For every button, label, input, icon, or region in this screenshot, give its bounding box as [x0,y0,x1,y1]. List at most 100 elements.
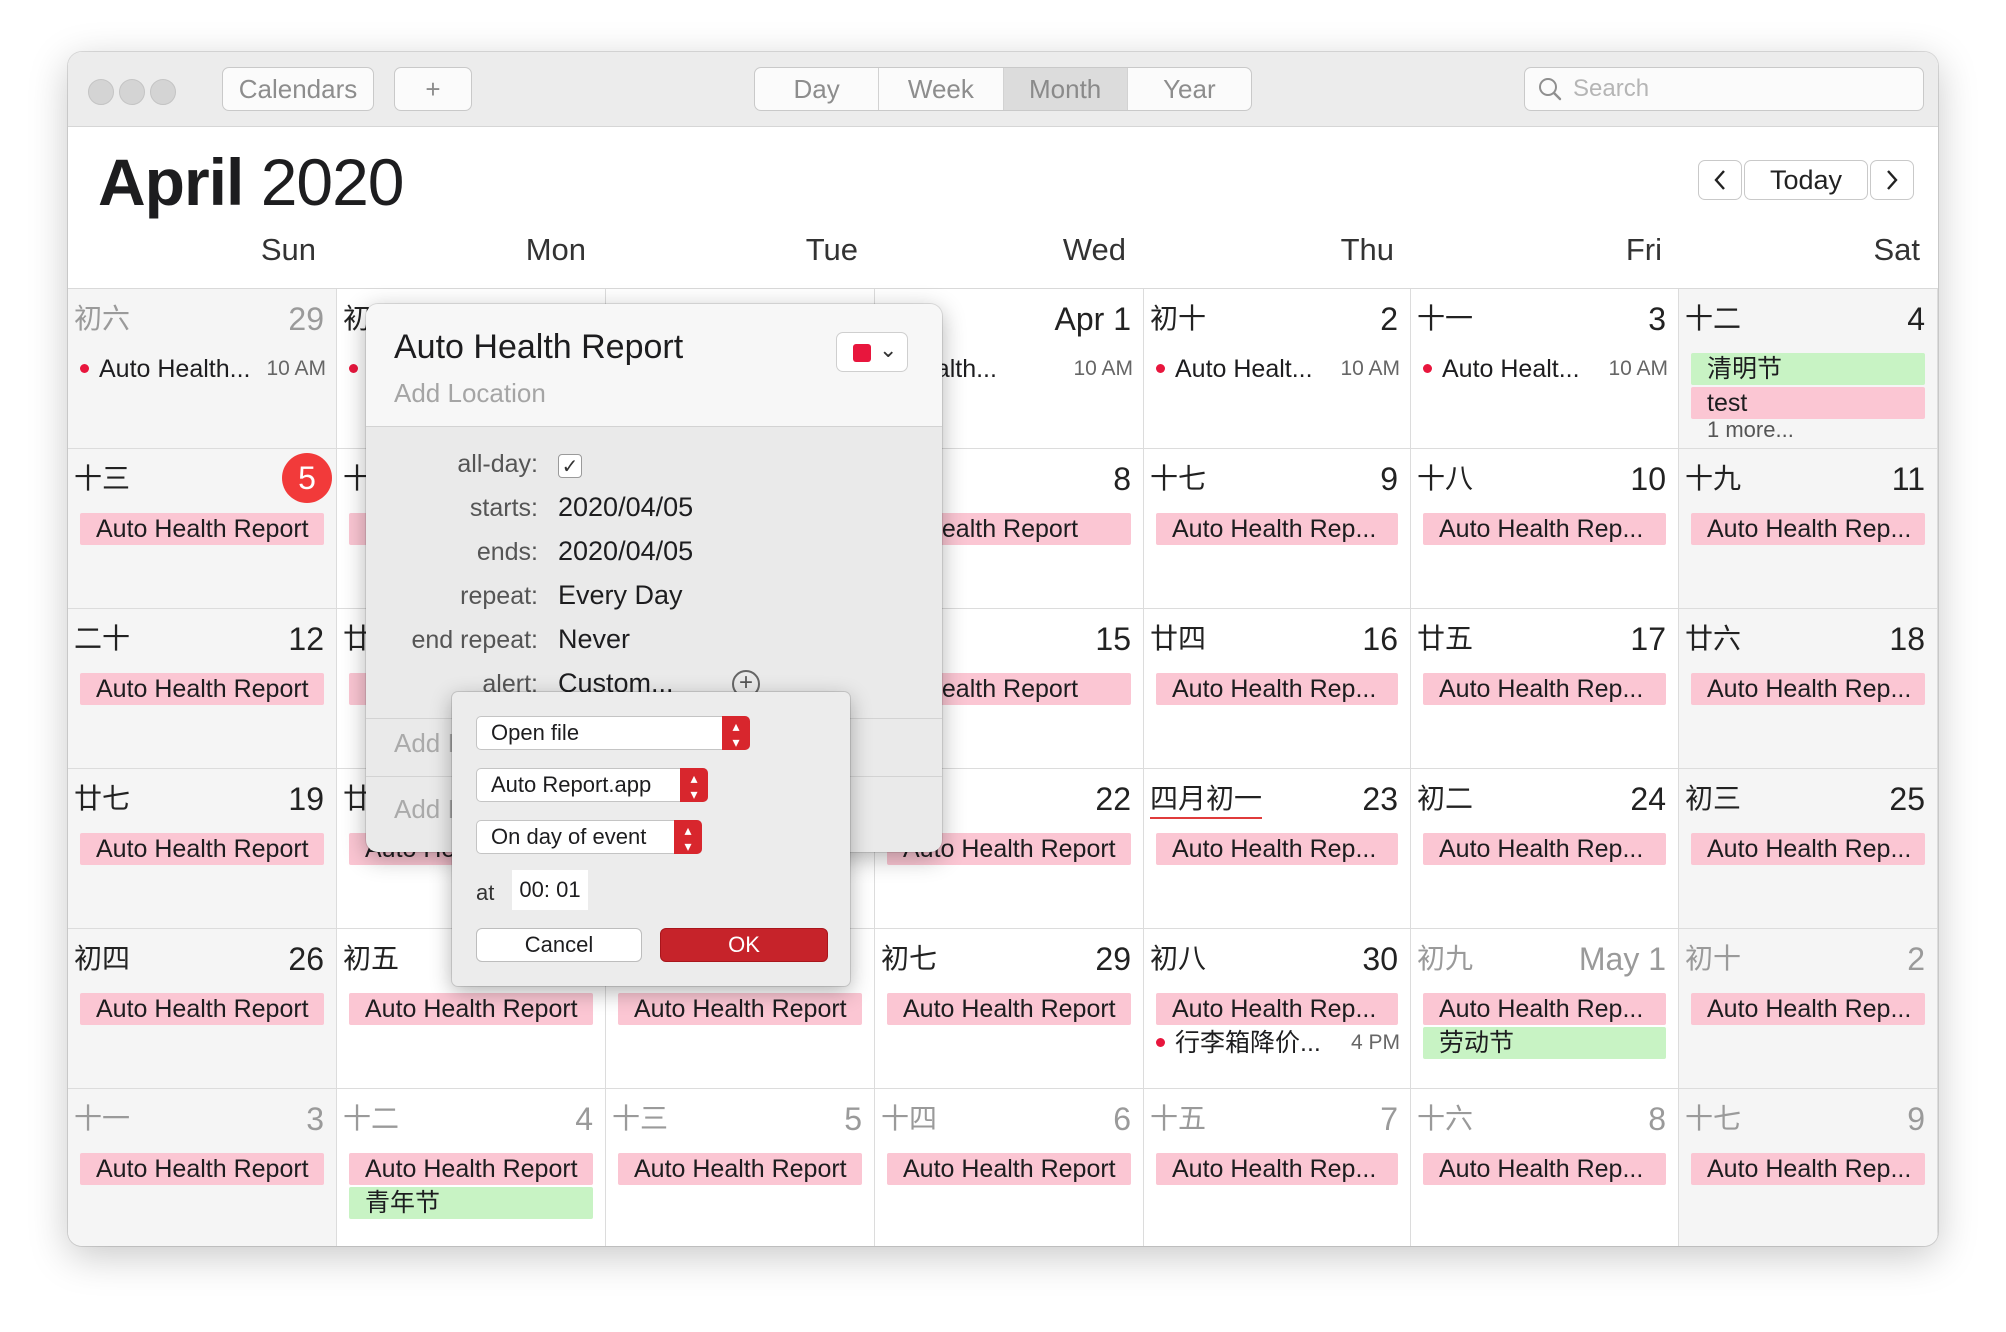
day-cell[interactable]: 初六 29 Auto Health... 10 AM [68,289,337,449]
event-bar[interactable]: Auto Health Report [80,513,324,545]
event-bar[interactable]: Auto Health Rep... [1423,1153,1666,1185]
day-cell[interactable]: 十八 10 Auto Health Rep... [1411,449,1679,609]
day-cell[interactable]: 廿四 16 Auto Health Rep... [1144,609,1411,769]
previous-month-button[interactable] [1698,160,1742,200]
timed-event[interactable]: Auto Healt... 10 AM [1152,353,1400,385]
tab-week[interactable]: Week [879,68,1004,110]
timed-event[interactable]: Auto Healt... 10 AM [1419,353,1668,385]
calendars-button[interactable]: Calendars [222,67,374,111]
day-cell[interactable]: 初十 2 Auto Healt... 10 AM [1144,289,1411,449]
add-notes-field[interactable]: Add I [394,794,455,825]
day-cell[interactable]: 十三 5 Auto Health Report [68,449,337,609]
more-events-link[interactable]: 1 more... [1707,417,1794,443]
event-bar[interactable]: test [1691,387,1925,419]
zoom-window-button[interactable] [150,79,176,105]
alert-file-select[interactable]: Auto Report.app ▴ ▾ [476,768,708,802]
day-cell[interactable]: 十九 11 Auto Health Rep... [1679,449,1938,609]
tab-day[interactable]: Day [755,68,880,110]
cancel-button[interactable]: Cancel [476,928,642,962]
holiday-event[interactable]: 青年节 [349,1187,593,1219]
location-field[interactable]: Add Location [394,378,546,409]
event-bar[interactable]: Auto Health Rep... [1423,993,1666,1025]
day-cell[interactable]: 初八 30 Auto Health Rep... 行李箱降价... 4 PM [1144,929,1411,1089]
event-bar[interactable]: Auto Health Rep... [1156,673,1398,705]
tab-month[interactable]: Month [1003,68,1128,110]
day-cell[interactable]: 四月初一 23 Auto Health Rep... [1144,769,1411,929]
event-bar[interactable]: Auto Health Rep... [1156,833,1398,865]
next-month-button[interactable] [1870,160,1914,200]
timed-event[interactable]: 行李箱降价... 4 PM [1152,1027,1400,1059]
day-cell[interactable]: 十二 4 清明节 test 1 more... [1679,289,1938,449]
allday-checkbox[interactable]: ✓ [558,454,582,478]
event-bar[interactable]: Auto Health Report [80,833,324,865]
day-number: 5 [844,1101,862,1137]
day-cell[interactable]: 廿五 17 Auto Health Rep... [1411,609,1679,769]
event-bar[interactable]: Auto Health Report [80,673,324,705]
event-bar[interactable]: Auto Health Rep... [1691,513,1925,545]
day-cell[interactable]: 初十 2 Auto Health Rep... [1679,929,1938,1089]
alert-time-field[interactable]: 00: 01 [512,870,588,910]
end-repeat-value[interactable]: Never [558,624,630,655]
event-bar[interactable]: Auto Health Rep... [1423,513,1666,545]
alert-file-value: Auto Report.app [491,772,652,797]
day-cell[interactable]: 初三 25 Auto Health Rep... [1679,769,1938,929]
holiday-event[interactable]: 清明节 [1691,353,1925,385]
search-input[interactable] [1571,74,1905,104]
tab-year[interactable]: Year [1128,68,1251,110]
event-bar[interactable]: Auto Health Rep... [1691,833,1925,865]
event-bar[interactable]: Auto Health Rep... [1691,673,1925,705]
alert-action-select[interactable]: Open file ▴ ▾ [476,716,750,750]
event-bar[interactable]: Auto Health Report [349,1153,593,1185]
close-window-button[interactable] [88,79,114,105]
day-cell[interactable]: 二十 12 Auto Health Report [68,609,337,769]
event-bar[interactable]: Auto Health Report [887,993,1131,1025]
starts-date[interactable]: 2020/04/05 [558,492,693,523]
day-cell[interactable]: 初九 May 1 Auto Health Rep... 劳动节 [1411,929,1679,1089]
event-bar[interactable]: Auto Health Report [80,1153,324,1185]
today-button[interactable]: Today [1744,160,1868,200]
event-bar[interactable]: Auto Health Report [887,1153,1131,1185]
day-cell[interactable]: 初二 24 Auto Health Rep... [1411,769,1679,929]
ok-button[interactable]: OK [660,928,828,962]
lunar-date: 十三 [74,463,131,494]
event-bar[interactable]: Auto Health Report [618,993,862,1025]
repeat-value[interactable]: Every Day [558,580,683,611]
day-cell[interactable]: 廿七 19 Auto Health Report [68,769,337,929]
day-cell[interactable]: 十二 4 Auto Health Report 青年节 [337,1089,606,1246]
ends-date[interactable]: 2020/04/05 [558,536,693,567]
calendar-window: Calendars + Day Week Month Year April 20… [68,52,1938,1246]
add-invitees-field[interactable]: Add I [394,728,455,759]
day-cell[interactable]: 十一 3 Auto Healt... 10 AM [1411,289,1679,449]
calendar-color-picker[interactable]: ⌄ [836,332,908,372]
event-bar[interactable]: Auto Health Rep... [1156,513,1398,545]
day-cell[interactable]: 十四 6 Auto Health Report [875,1089,1144,1246]
event-bar[interactable]: Auto Health Rep... [1156,993,1398,1025]
event-bar[interactable]: Auto Health Rep... [1156,1153,1398,1185]
day-cell[interactable]: 初四 26 Auto Health Report [68,929,337,1089]
event-bar[interactable]: Auto Health Rep... [1691,993,1925,1025]
day-cell[interactable]: 十六 8 Auto Health Rep... [1411,1089,1679,1246]
day-cell[interactable]: 十七 9 Auto Health Rep... [1144,449,1411,609]
day-cell[interactable]: 十一 3 Auto Health Report [68,1089,337,1246]
alert-when-select[interactable]: On day of event ▴ ▾ [476,820,702,854]
event-bar[interactable]: Auto Health Rep... [1691,1153,1925,1185]
add-event-button[interactable]: + [394,67,472,111]
event-bar[interactable]: Auto Health Rep... [1423,673,1666,705]
event-bar[interactable]: Auto Health Report [349,993,593,1025]
event-time: 10 AM [1608,357,1668,380]
day-number: 11 [1891,461,1925,497]
day-cell[interactable]: 初七 29 Auto Health Report [875,929,1144,1089]
day-cell[interactable]: 十三 5 Auto Health Report [606,1089,875,1246]
event-bar[interactable]: Auto Health Rep... [1423,833,1666,865]
chevron-down-icon: ⌄ [879,337,898,362]
day-cell[interactable]: 廿六 18 Auto Health Rep... [1679,609,1938,769]
minimize-window-button[interactable] [119,79,145,105]
event-title[interactable]: Auto Health Report [394,328,683,367]
event-bar[interactable]: Auto Health Report [80,993,324,1025]
holiday-event[interactable]: 劳动节 [1423,1027,1666,1059]
search-field[interactable] [1524,67,1924,111]
day-cell[interactable]: 十七 9 Auto Health Rep... [1679,1089,1938,1246]
day-cell[interactable]: 十五 7 Auto Health Rep... [1144,1089,1411,1246]
timed-event[interactable]: Auto Health... 10 AM [76,353,326,385]
event-bar[interactable]: Auto Health Report [618,1153,862,1185]
